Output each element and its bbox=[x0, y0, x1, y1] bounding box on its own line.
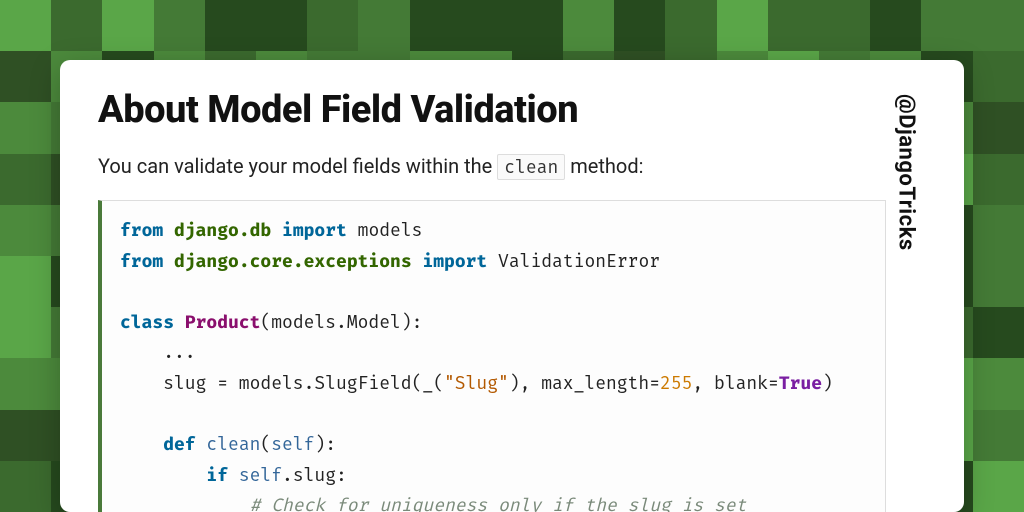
code-token: # Check for uniqueness only if the slug … bbox=[250, 494, 747, 512]
code-token: self bbox=[239, 464, 282, 486]
code-token: if bbox=[206, 464, 228, 486]
code-token bbox=[120, 433, 163, 455]
code-token: True bbox=[779, 372, 822, 394]
code-token: (models.Model): bbox=[260, 311, 422, 333]
code-token: django.db bbox=[174, 219, 271, 241]
code-token: , blank= bbox=[692, 372, 778, 394]
code-token bbox=[120, 494, 250, 512]
code-token bbox=[174, 311, 185, 333]
intro-text-before: You can validate your model fields withi… bbox=[98, 154, 497, 178]
code-token: django.core.exceptions bbox=[174, 250, 412, 272]
card-side: @DjangoTricks bbox=[886, 88, 926, 512]
code-token: import bbox=[422, 250, 487, 272]
code-token: "Slug" bbox=[444, 372, 509, 394]
code-token bbox=[120, 464, 206, 486]
code-token: .slug: bbox=[282, 464, 347, 486]
code-token: self bbox=[271, 433, 314, 455]
code-token: from bbox=[120, 219, 163, 241]
code-token: ( bbox=[260, 433, 271, 455]
code-token: class bbox=[120, 311, 174, 333]
code-token: ValidationError bbox=[487, 250, 660, 272]
code-token: clean bbox=[206, 433, 260, 455]
page-background: About Model Field Validation You can val… bbox=[0, 0, 1024, 512]
code-token bbox=[163, 219, 174, 241]
intro-text-after: method: bbox=[565, 154, 643, 178]
content-card: About Model Field Validation You can val… bbox=[60, 60, 964, 512]
inline-code-clean: clean bbox=[497, 154, 565, 180]
code-token: Product bbox=[185, 311, 261, 333]
code-token: def bbox=[163, 433, 195, 455]
code-token: ... bbox=[120, 341, 196, 363]
code-token: slug = models.SlugField(_( bbox=[120, 372, 444, 394]
code-token bbox=[163, 250, 174, 272]
code-token: import bbox=[282, 219, 347, 241]
card-main: About Model Field Validation You can val… bbox=[98, 88, 886, 512]
author-handle: @DjangoTricks bbox=[894, 94, 919, 251]
code-token: ) bbox=[822, 372, 833, 394]
code-token bbox=[228, 464, 239, 486]
code-token: from bbox=[120, 250, 163, 272]
code-token bbox=[412, 250, 423, 272]
code-block: from django.db import models from django… bbox=[98, 200, 886, 512]
code-token bbox=[196, 433, 207, 455]
code-token: ): bbox=[314, 433, 336, 455]
code-token bbox=[271, 219, 282, 241]
page-title: About Model Field Validation bbox=[98, 88, 886, 132]
intro-paragraph: You can validate your model fields withi… bbox=[98, 154, 886, 178]
code-token: ), max_length= bbox=[509, 372, 660, 394]
code-token: models bbox=[347, 219, 423, 241]
code-token: 255 bbox=[660, 372, 692, 394]
